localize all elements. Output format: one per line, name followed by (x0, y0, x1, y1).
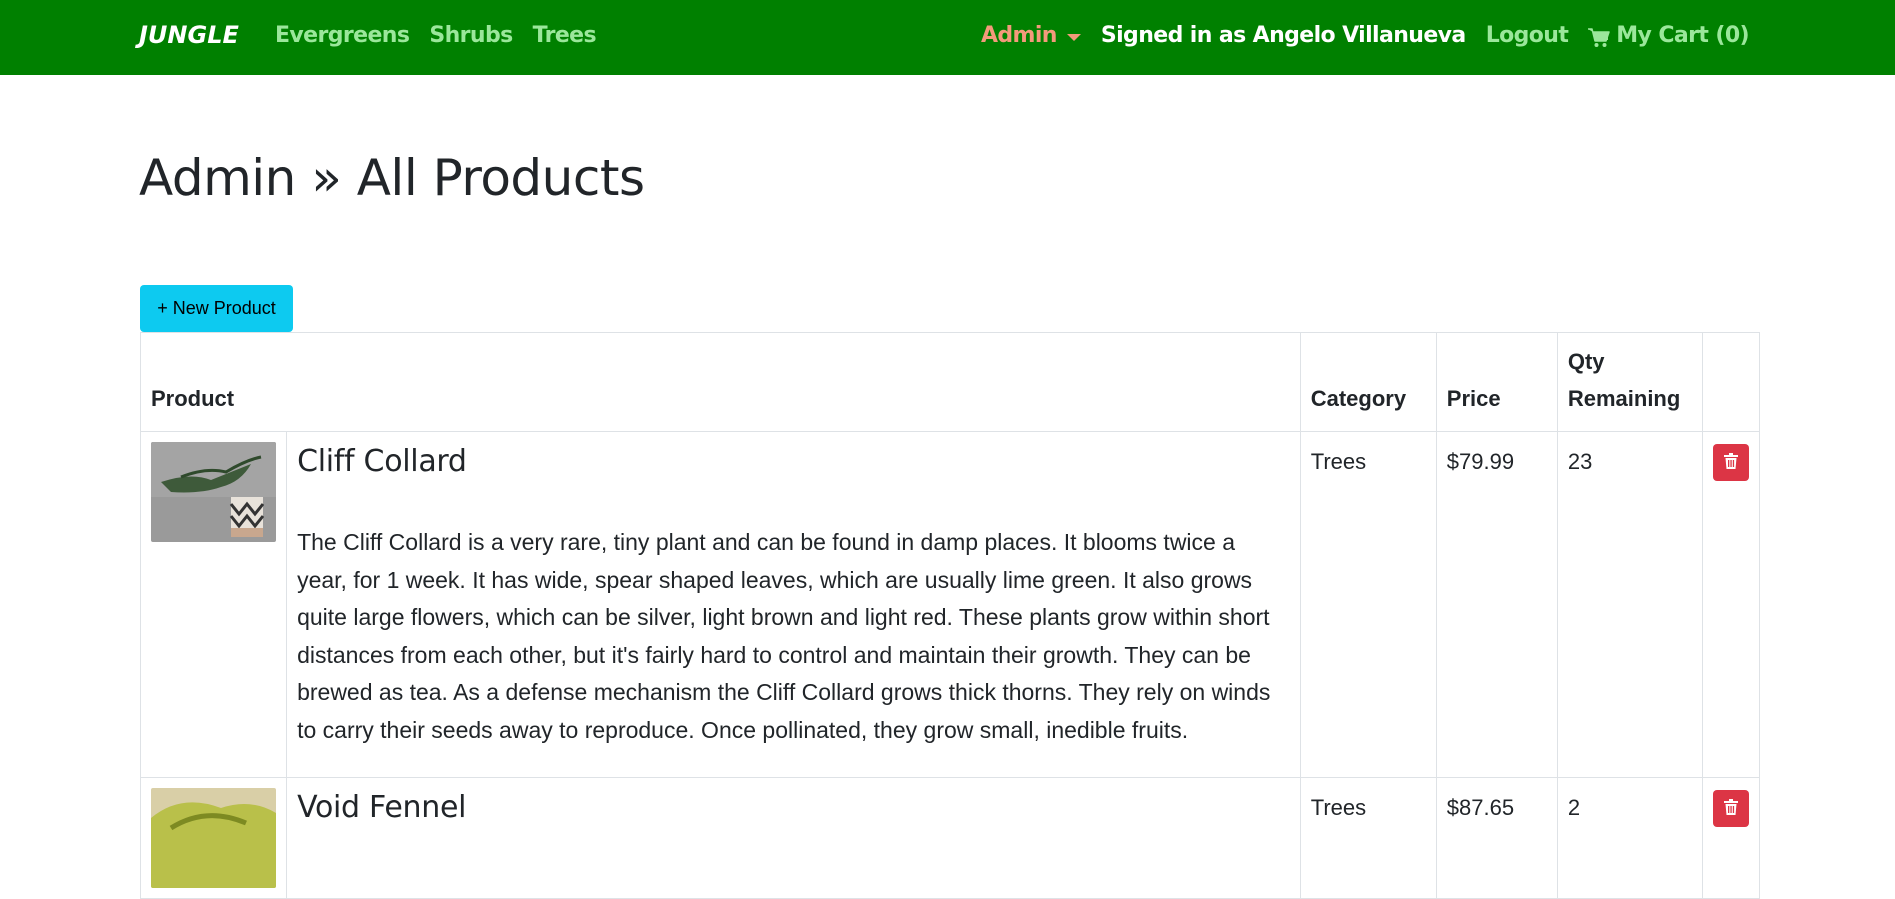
product-image-cell (139, 777, 288, 899)
table-row: Cliff Collard The Cliff Collard is a ver… (139, 431, 1761, 778)
category-nav: Evergreens Shrubs Trees (275, 20, 597, 52)
brand-logo[interactable]: JUNGLE (139, 20, 239, 50)
header-product-label: Product (151, 386, 235, 411)
header-qty-line2: Remaining (1567, 386, 1681, 411)
header-actions (1701, 332, 1761, 432)
logout-link[interactable]: Logout (1486, 20, 1569, 52)
header-price: Price (1435, 332, 1558, 432)
cart-link[interactable]: My Cart (0) (1588, 20, 1750, 52)
new-product-button[interactable]: + New Product (140, 285, 293, 332)
table-header-row: Product Category Price Qty Remaining (140, 332, 1761, 432)
product-name[interactable]: Cliff Collard (297, 444, 1290, 480)
product-price: $87.65 (1446, 795, 1515, 820)
navbar: JUNGLE Evergreens Shrubs Trees Admin Sig… (0, 0, 1895, 75)
header-category-label: Category (1310, 386, 1407, 411)
product-name[interactable]: Void Fennel (297, 790, 1290, 826)
signed-in-text: Signed in as Angelo Villanueva (1100, 23, 1466, 48)
product-price: $79.99 (1446, 449, 1515, 474)
nav-link-trees[interactable]: Trees (533, 20, 597, 52)
category-cell: Trees (1299, 777, 1437, 899)
delete-button[interactable] (1712, 444, 1749, 481)
qty-cell: 2 (1556, 777, 1703, 899)
table-row: Void Fennel Trees $87.65 2 (139, 777, 1761, 899)
product-category: Trees (1310, 795, 1367, 820)
product-category: Trees (1310, 449, 1367, 474)
trash-icon (1723, 453, 1738, 472)
header-product: Product (140, 332, 1301, 432)
nav-link-shrubs[interactable]: Shrubs (429, 20, 513, 52)
shopping-cart-icon (1588, 26, 1611, 47)
actions-cell (1701, 777, 1761, 899)
user-nav: Admin Signed in as Angelo Villanueva Log… (981, 20, 1750, 52)
header-qty-line1: Qty (1567, 349, 1605, 374)
qty-cell: 23 (1556, 431, 1703, 778)
category-cell: Trees (1299, 431, 1437, 778)
header-price-label: Price (1446, 386, 1501, 411)
product-info-cell: Void Fennel (286, 777, 1301, 899)
chevron-down-icon (1066, 33, 1081, 41)
product-qty: 2 (1567, 795, 1581, 820)
price-cell: $79.99 (1435, 431, 1558, 778)
price-cell: $87.65 (1435, 777, 1558, 899)
product-info-cell: Cliff Collard The Cliff Collard is a ver… (286, 431, 1301, 778)
product-description: The Cliff Collard is a very rare, tiny p… (297, 529, 1271, 743)
actions-cell (1701, 431, 1761, 778)
nav-link-evergreens[interactable]: Evergreens (275, 20, 410, 52)
product-image-cell (139, 431, 288, 778)
cart-label: My Cart (0) (1616, 23, 1749, 48)
product-image[interactable] (151, 442, 276, 542)
admin-dropdown[interactable]: Admin (981, 20, 1081, 52)
header-qty: Qty Remaining (1556, 332, 1703, 432)
product-qty: 23 (1567, 449, 1593, 474)
page-title: Admin » All Products (139, 149, 645, 207)
trash-icon (1723, 799, 1738, 818)
delete-button[interactable] (1712, 790, 1749, 827)
header-category: Category (1299, 332, 1437, 432)
admin-dropdown-label: Admin (980, 23, 1058, 48)
product-image[interactable] (151, 788, 276, 888)
